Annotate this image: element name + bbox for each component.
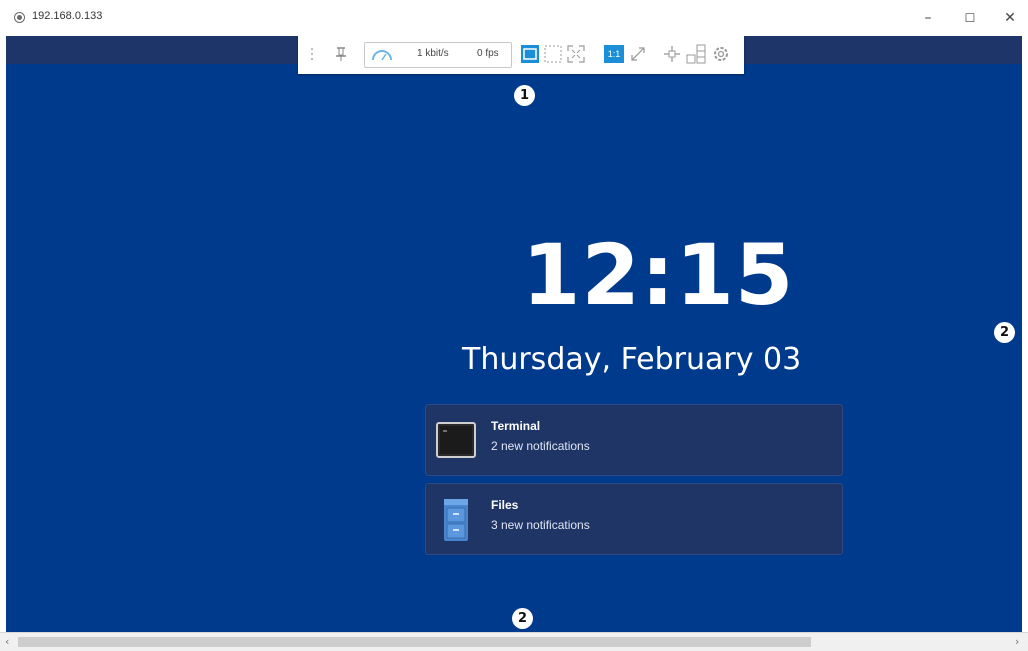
move-button[interactable] xyxy=(662,44,682,64)
vnc-viewer-icon xyxy=(14,12,25,23)
notification-app-name: Terminal xyxy=(491,419,541,433)
minimize-icon: – xyxy=(924,10,932,26)
lockscreen-date: Thursday, February 03 xyxy=(462,342,802,377)
zoom-fit-button[interactable] xyxy=(628,44,648,64)
fullscreen-button[interactable] xyxy=(566,44,586,64)
connection-speed-display[interactable]: 1 kbit/s 0 fps xyxy=(364,42,512,68)
zoom-fit-icon xyxy=(629,45,647,63)
file-cabinet-icon xyxy=(436,499,476,541)
notification-count-text: 3 new notifications xyxy=(491,518,590,532)
callout-badge-right: 2 xyxy=(994,322,1015,343)
lockscreen-clock: 12:15 xyxy=(522,226,795,324)
scroll-left-icon[interactable]: ‹ xyxy=(5,635,9,648)
notification-app-name: Files xyxy=(491,498,519,512)
scroll-right-icon[interactable]: › xyxy=(1015,635,1019,648)
scale-1to1-button[interactable]: 1:1 xyxy=(603,44,625,64)
close-icon: ✕ xyxy=(1004,10,1016,26)
notification-count-text: 2 new notifications xyxy=(491,439,590,453)
notification-files[interactable]: Files 3 new notifications xyxy=(425,483,843,555)
window-mode-button[interactable] xyxy=(520,44,540,64)
connection-speed-icon xyxy=(371,47,393,66)
remote-desktop-viewport[interactable]: 1 kbit/s 0 fps 1:1 1 2 2 12:15 Thursday,… xyxy=(6,36,1022,632)
viewer-toolbar: 1 kbit/s 0 fps 1:1 xyxy=(298,36,744,74)
minimize-button[interactable]: – xyxy=(910,4,946,32)
notification-terminal[interactable]: Terminal 2 new notifications xyxy=(425,404,843,476)
scale-icon xyxy=(686,44,706,64)
drag-handle-icon[interactable] xyxy=(306,44,318,64)
settings-icon xyxy=(712,45,730,63)
terminal-icon xyxy=(436,420,476,460)
fullscreen-icon xyxy=(567,45,585,63)
close-button[interactable]: ✕ xyxy=(992,4,1028,32)
pin-icon[interactable] xyxy=(332,44,350,64)
scale-button[interactable] xyxy=(685,44,707,64)
settings-button[interactable] xyxy=(711,44,731,64)
callout-badge-bottom: 2 xyxy=(512,608,533,629)
fps-value: 0 fps xyxy=(477,48,499,59)
window-title: 192.168.0.133 xyxy=(32,10,103,22)
horizontal-scrollbar[interactable]: ‹ › xyxy=(0,632,1028,651)
window-titlebar: 192.168.0.133 – ☐ ✕ xyxy=(0,0,1028,36)
callout-badge-toolbar: 1 xyxy=(514,85,535,106)
maximize-icon: ☐ xyxy=(964,11,976,25)
full-view-button[interactable] xyxy=(543,44,563,64)
move-icon xyxy=(663,45,681,63)
maximize-button[interactable]: ☐ xyxy=(952,4,988,32)
scrollbar-thumb[interactable] xyxy=(18,637,811,647)
scale-1to1-icon: 1:1 xyxy=(604,45,624,63)
bandwidth-value: 1 kbit/s xyxy=(417,48,449,59)
window-mode-icon xyxy=(521,45,539,63)
full-view-icon xyxy=(544,45,562,63)
